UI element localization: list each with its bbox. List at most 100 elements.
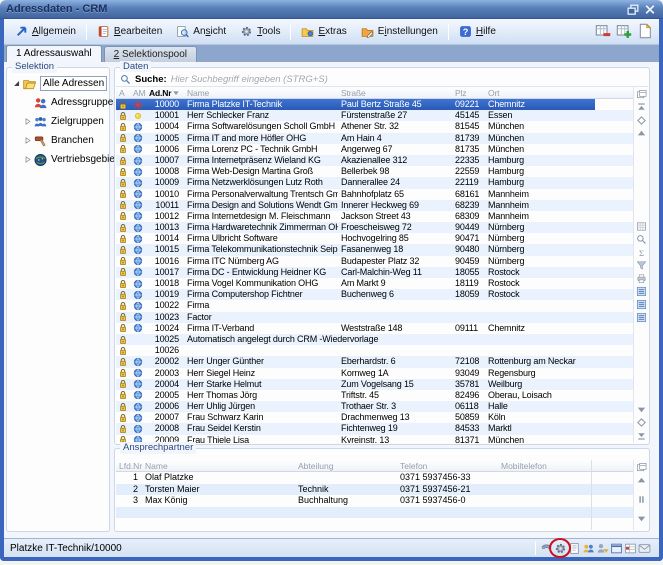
table-row[interactable]: 10023Factor bbox=[116, 312, 633, 323]
column-header-a[interactable]: A bbox=[116, 87, 130, 98]
user-key-icon[interactable] bbox=[596, 542, 609, 555]
table-row[interactable]: 10018Firma Vogel Kommunikation OHGAm Mar… bbox=[116, 278, 633, 289]
scroll-top-icon[interactable] bbox=[636, 102, 647, 113]
list-blue-icon[interactable] bbox=[636, 299, 647, 310]
table-row[interactable]: 20003Herr Siegel HeinzKornweg 1A93049Reg… bbox=[116, 368, 633, 379]
table-row[interactable]: 10026 bbox=[116, 345, 633, 356]
contact-row[interactable]: 2Torsten MaierTechnik0371 5937456-21 bbox=[116, 484, 633, 496]
search-small-icon[interactable] bbox=[636, 234, 647, 245]
menu-item-bearbeiten[interactable]: Bearbeiten bbox=[90, 22, 169, 42]
down-icon[interactable] bbox=[636, 513, 647, 524]
table-row[interactable]: 10019Firma Computershop FichtnerBuchenwe… bbox=[116, 289, 633, 300]
tree-item-zielgruppen[interactable]: Zielgruppen bbox=[9, 112, 107, 131]
table-add-icon[interactable] bbox=[616, 23, 632, 39]
list-blue-icon[interactable] bbox=[636, 312, 647, 323]
table-row[interactable]: 10022Firma bbox=[116, 300, 633, 311]
up-icon[interactable] bbox=[636, 128, 647, 139]
table-red-icon[interactable] bbox=[624, 542, 637, 555]
contact-row[interactable]: 3Max KönigBuchhaltung0371 5937456-0 bbox=[116, 495, 633, 507]
table-row[interactable]: 10015Firma Telekommunikationstechnik Sei… bbox=[116, 244, 633, 255]
pause-icon[interactable] bbox=[636, 494, 647, 505]
tree-item-alle-adressen[interactable]: Alle Adressen bbox=[9, 74, 107, 93]
expand-closed-icon[interactable] bbox=[23, 117, 32, 126]
column-header-name[interactable]: Name bbox=[184, 87, 338, 98]
users-icon[interactable] bbox=[582, 542, 595, 555]
menu-item-hilfe[interactable]: ?Hilfe bbox=[452, 22, 503, 42]
filter-icon[interactable] bbox=[636, 260, 647, 271]
contact-row[interactable]: 1Olaf Platzke0371 5937456-33 bbox=[116, 472, 633, 484]
table-row[interactable]: 10000Firma Platzke IT-TechnikPaul Bertz … bbox=[116, 99, 633, 110]
columns-icon[interactable] bbox=[636, 89, 647, 100]
table-row[interactable]: 10004Firma Softwarelösungen Scholl GmbHA… bbox=[116, 121, 633, 132]
column-header-ort[interactable]: Ort bbox=[485, 87, 595, 98]
table-row[interactable]: 10014Firma Ulbricht SoftwareHochvogelrin… bbox=[116, 233, 633, 244]
menu-item-tools[interactable]: Tools bbox=[233, 22, 287, 42]
column-header-ad-nr[interactable]: Ad.Nr bbox=[146, 87, 184, 98]
contacts-column-header-name[interactable]: Name bbox=[142, 460, 295, 471]
table-row[interactable]: 10011Firma Design and Solutions Wendt Gm… bbox=[116, 200, 633, 211]
list-blue-icon[interactable] bbox=[636, 286, 647, 297]
contacts-column-header-lfd-nr-[interactable]: Lfd.Nr. bbox=[116, 460, 142, 471]
column-header-am[interactable]: AM bbox=[130, 87, 146, 98]
close-button[interactable] bbox=[643, 3, 657, 16]
column-header-plz[interactable]: Plz bbox=[452, 87, 485, 98]
tree-item-adressgruppen[interactable]: Adressgruppen bbox=[9, 93, 107, 112]
table-row[interactable]: 20005Herr Thomas JörgTriftstr. 4582496Ob… bbox=[116, 390, 633, 401]
window-icon[interactable] bbox=[610, 542, 623, 555]
expand-closed-icon[interactable] bbox=[23, 136, 32, 145]
table-row[interactable]: 10010Firma Personalverwaltung Trentsch G… bbox=[116, 189, 633, 200]
globe-icon bbox=[133, 178, 143, 188]
columns-icon[interactable] bbox=[636, 462, 647, 473]
column-header-straße[interactable]: Straße bbox=[338, 87, 452, 98]
contacts-column-header-abteilung[interactable]: Abteilung bbox=[295, 460, 397, 471]
expand-closed-icon[interactable] bbox=[23, 155, 32, 164]
up-icon[interactable] bbox=[636, 475, 647, 486]
note-icon[interactable] bbox=[568, 542, 581, 555]
tree-item-vertriebsgebiete[interactable]: Vertriebsgebiete bbox=[9, 150, 107, 169]
table-row[interactable]: 10025Automatisch angelegt durch CRM -Wie… bbox=[116, 334, 633, 345]
menu-item-einstellungen[interactable]: Einstellungen bbox=[354, 22, 445, 42]
menu-item-ansicht[interactable]: Ansicht bbox=[169, 22, 233, 42]
restore-button[interactable] bbox=[626, 3, 640, 16]
tab-2-selektionspool[interactable]: 2 Selektionspool bbox=[104, 46, 197, 62]
table-row[interactable]: 10006Firma Lorenz PC - Technik GmbHAnger… bbox=[116, 144, 633, 155]
expand-open-icon[interactable] bbox=[12, 79, 21, 88]
menu-item-allgemein[interactable]: Allgemein bbox=[8, 22, 83, 42]
table-row[interactable]: 10017Firma DC - Entwicklung Heidner KGCa… bbox=[116, 267, 633, 278]
record-marker-icon[interactable] bbox=[636, 115, 647, 126]
contact-row[interactable] bbox=[116, 518, 633, 530]
tab-1-adressauswahl[interactable]: 1 Adressauswahl bbox=[6, 45, 102, 62]
table-row[interactable]: 10008Firma Web-Design Martina GroßBeller… bbox=[116, 166, 633, 177]
table-row[interactable]: 10001Herr Schlecker FranzFürstenstraße 2… bbox=[116, 110, 633, 121]
table-row[interactable]: 10013Firma Hardwaretechnik Zimmerman OHG… bbox=[116, 222, 633, 233]
grid-icon[interactable] bbox=[636, 221, 647, 232]
tree-item-branchen[interactable]: Branchen bbox=[9, 131, 107, 150]
table-row[interactable]: 10024Firma IT-VerbandWeststraße 14809111… bbox=[116, 323, 633, 334]
contacts-column-header-telefon[interactable]: Telefon bbox=[397, 460, 498, 471]
table-row[interactable]: 10016Firma ITC Nürnberg AGBudapester Pla… bbox=[116, 256, 633, 267]
phone-icon[interactable] bbox=[540, 542, 553, 555]
contact-row[interactable] bbox=[116, 507, 633, 519]
table-row[interactable]: 20004Herr Starke HelmutZum Vogelsang 153… bbox=[116, 379, 633, 390]
table-row[interactable]: 10007Firma Internetpräsenz Wieland KGAka… bbox=[116, 155, 633, 166]
down-icon[interactable] bbox=[636, 404, 647, 415]
table-row[interactable]: 10012Firma Internetdesign M. Fleischmann… bbox=[116, 211, 633, 222]
table-row[interactable]: 10009Firma Netzwerklösungen Lutz RothDan… bbox=[116, 177, 633, 188]
globe-icon bbox=[133, 223, 143, 233]
sum-icon[interactable]: Σ bbox=[636, 247, 647, 258]
gear-icon[interactable] bbox=[554, 542, 567, 555]
scroll-bottom-icon[interactable] bbox=[636, 430, 647, 441]
contacts-column-header-mobiltelefon[interactable]: Mobiltelefon bbox=[498, 460, 592, 471]
search-field[interactable]: Suche: Hier Suchbegriff eingeben (STRG+S… bbox=[116, 72, 648, 87]
table-remove-icon[interactable] bbox=[595, 23, 611, 39]
new-document-icon[interactable] bbox=[637, 23, 653, 39]
menu-item-extras[interactable]: Extras bbox=[294, 22, 353, 42]
mail-icon[interactable] bbox=[638, 542, 651, 555]
table-row[interactable]: 20008Frau Seidel KerstinFichtenweg 19845… bbox=[116, 423, 633, 434]
record-marker-icon[interactable] bbox=[636, 417, 647, 428]
print-icon[interactable] bbox=[636, 273, 647, 284]
table-row[interactable]: 20007Frau Schwarz KarinDrachmenweg 13508… bbox=[116, 412, 633, 423]
table-row[interactable]: 20006Herr Uhlig JürgenTrothaer Str. 3061… bbox=[116, 401, 633, 412]
table-row[interactable]: 20002Herr Unger GüntherEberhardstr. 6721… bbox=[116, 356, 633, 367]
table-row[interactable]: 10005Firma IT and more Höfler OHGAm Hain… bbox=[116, 133, 633, 144]
